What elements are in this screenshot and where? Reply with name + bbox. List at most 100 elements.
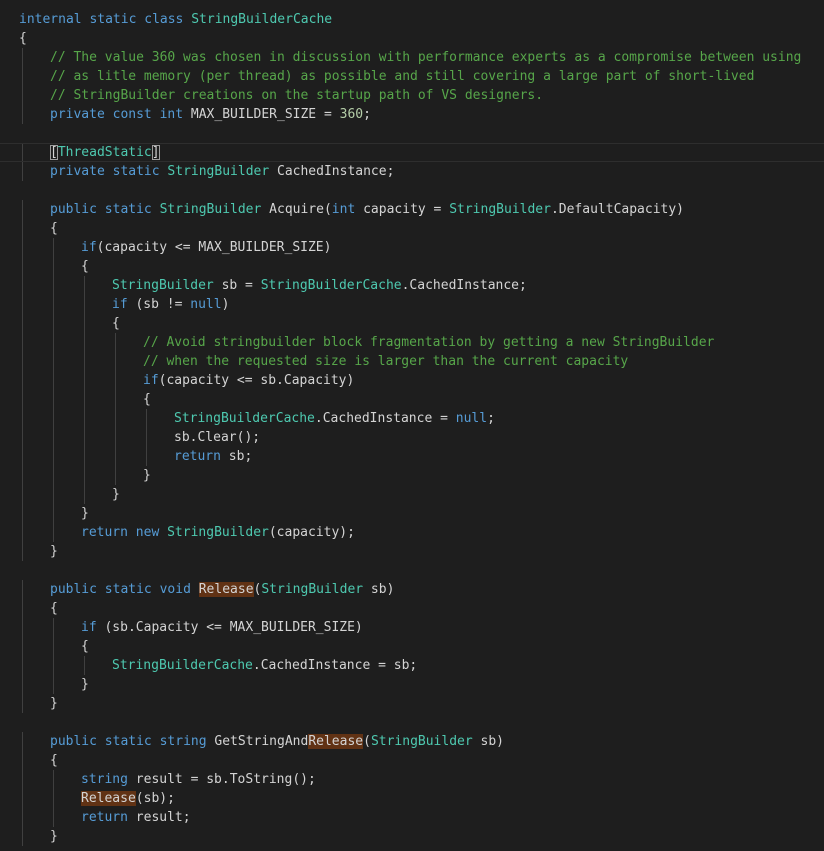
code-line[interactable]: } — [0, 675, 824, 694]
indent-guide — [22, 67, 23, 86]
indent-guide — [22, 144, 23, 161]
indent-guide — [53, 238, 54, 257]
indent-guide — [22, 238, 23, 257]
code-line-content: return new StringBuilder(capacity); — [19, 523, 355, 542]
code-line[interactable]: // when the requested size is larger tha… — [0, 352, 824, 371]
code-line-content: // StringBuilder creations on the startu… — [19, 86, 543, 105]
indent-guide — [22, 637, 23, 656]
indent-guide — [115, 447, 116, 466]
indent-guide — [53, 428, 54, 447]
code-token: (sb); — [135, 791, 175, 806]
code-token: static — [112, 164, 160, 179]
code-line-content: internal static class StringBuilderCache — [19, 10, 332, 29]
code-line[interactable]: Release(sb); — [0, 789, 824, 808]
code-line[interactable]: } — [0, 694, 824, 713]
code-line[interactable]: { — [0, 751, 824, 770]
indent-guide — [53, 390, 54, 409]
indent-guide — [53, 485, 54, 504]
code-line[interactable]: { — [0, 314, 824, 333]
indent-guide — [53, 257, 54, 276]
code-token: { — [81, 259, 89, 274]
code-line[interactable] — [0, 124, 824, 143]
code-line[interactable]: } — [0, 466, 824, 485]
code-token: // as litle memory (per thread) as possi… — [50, 69, 755, 84]
indent-guide — [22, 352, 23, 371]
code-line[interactable]: } — [0, 504, 824, 523]
code-line[interactable]: } — [0, 827, 824, 846]
code-line-content: public static string GetStringAndRelease… — [19, 732, 504, 751]
indent-guide — [84, 276, 85, 295]
code-line[interactable]: if(capacity <= MAX_BUILDER_SIZE) — [0, 238, 824, 257]
code-token: .DefaultCapacity) — [550, 202, 685, 217]
code-line[interactable]: } — [0, 485, 824, 504]
code-token: static — [104, 202, 152, 217]
code-token: } — [50, 829, 58, 844]
code-line-content: return result; — [19, 808, 191, 827]
code-line[interactable]: } — [0, 542, 824, 561]
code-line-content: if (sb != null) — [19, 295, 229, 314]
code-line[interactable]: public static StringBuilder Acquire(int … — [0, 200, 824, 219]
code-line[interactable]: // The value 360 was chosen in discussio… — [0, 48, 824, 67]
code-token: { — [143, 392, 151, 407]
indent-guide — [22, 580, 23, 599]
code-line[interactable]: private static StringBuilder CachedInsta… — [0, 162, 824, 181]
code-line[interactable]: private const int MAX_BUILDER_SIZE = 360… — [0, 105, 824, 124]
code-editor[interactable]: internal static class StringBuilderCache… — [0, 0, 824, 851]
code-token: static — [104, 582, 152, 597]
code-line[interactable]: public static string GetStringAndRelease… — [0, 732, 824, 751]
code-line[interactable] — [0, 561, 824, 580]
code-line[interactable]: // as litle memory (per thread) as possi… — [0, 67, 824, 86]
indent-guide — [22, 219, 23, 238]
code-token: result = sb.ToString(); — [127, 772, 316, 787]
code-token: } — [143, 468, 151, 483]
code-token: ThreadStatic — [57, 145, 152, 160]
code-line[interactable]: StringBuilderCache.CachedInstance = null… — [0, 409, 824, 428]
code-token: [ — [50, 145, 58, 160]
code-line[interactable]: { — [0, 599, 824, 618]
code-token: 360 — [339, 107, 364, 122]
code-token: StringBuilder — [167, 525, 269, 540]
code-token: } — [81, 677, 89, 692]
indent-guide — [53, 276, 54, 295]
indent-guide — [22, 770, 23, 789]
code-token: null — [455, 411, 488, 426]
code-token: Release — [81, 791, 136, 806]
code-line[interactable]: return result; — [0, 808, 824, 827]
code-token: { — [50, 753, 58, 768]
code-line[interactable]: StringBuilder sb = StringBuilderCache.Ca… — [0, 276, 824, 295]
code-line[interactable]: { — [0, 29, 824, 48]
code-line[interactable]: { — [0, 390, 824, 409]
code-line-content: private static StringBuilder CachedInsta… — [19, 162, 394, 181]
code-line-content: } — [19, 485, 120, 504]
code-token: public — [50, 202, 97, 217]
code-line[interactable]: if(capacity <= sb.Capacity) — [0, 371, 824, 390]
code-line[interactable]: { — [0, 219, 824, 238]
code-line[interactable]: StringBuilderCache.CachedInstance = sb; — [0, 656, 824, 675]
code-line[interactable]: { — [0, 637, 824, 656]
indent-guide — [22, 105, 23, 124]
indent-guide — [84, 314, 85, 333]
code-line[interactable]: // StringBuilder creations on the startu… — [0, 86, 824, 105]
indent-guide — [84, 295, 85, 314]
code-line[interactable]: { — [0, 257, 824, 276]
code-line[interactable]: sb.Clear(); — [0, 428, 824, 447]
indent-guide — [53, 770, 54, 789]
indent-guide — [22, 808, 23, 827]
code-line[interactable] — [0, 181, 824, 200]
code-line[interactable]: return sb; — [0, 447, 824, 466]
code-line[interactable]: public static void Release(StringBuilder… — [0, 580, 824, 599]
code-line[interactable]: // Avoid stringbuilder block fragmentati… — [0, 333, 824, 352]
indent-guide — [115, 466, 116, 485]
code-line[interactable] — [0, 713, 824, 732]
code-line[interactable]: if (sb.Capacity <= MAX_BUILDER_SIZE) — [0, 618, 824, 637]
code-token: static — [104, 734, 152, 749]
code-line[interactable]: internal static class StringBuilderCache — [0, 10, 824, 29]
code-line[interactable]: [ThreadStatic] — [0, 143, 824, 162]
code-line[interactable]: string result = sb.ToString(); — [0, 770, 824, 789]
code-token: StringBuilder — [159, 202, 262, 217]
code-line[interactable]: if (sb != null) — [0, 295, 824, 314]
indent-guide — [53, 447, 54, 466]
code-line-content: { — [19, 219, 58, 238]
code-line[interactable]: return new StringBuilder(capacity); — [0, 523, 824, 542]
